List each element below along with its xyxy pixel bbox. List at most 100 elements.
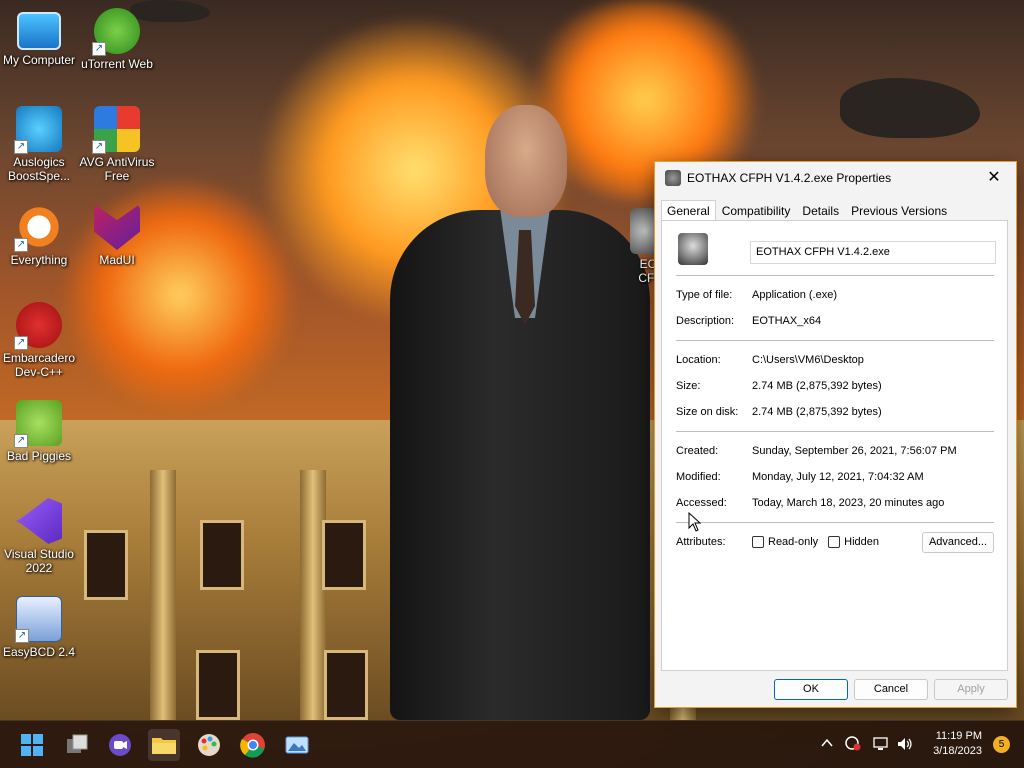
hidden-checkbox[interactable]: Hidden: [828, 536, 879, 548]
desktop-icon-label: Everything: [10, 253, 68, 267]
accessed-row: Accessed: Today, March 18, 2023, 20 minu…: [676, 497, 944, 509]
bad-piggies-icon: ↗: [14, 400, 62, 448]
desktop-icon-everything[interactable]: ↗ Everything: [0, 204, 78, 267]
sync-tray-button[interactable]: [843, 734, 861, 755]
start-icon: [21, 734, 43, 756]
taskbar: 11:19 PM 3/18/2023 5: [0, 720, 1024, 768]
desktop-icon-easybcd[interactable]: ↗ EasyBCD 2.4: [0, 596, 78, 659]
hidden-label: Hidden: [844, 536, 879, 548]
attributes-row: Attributes: Read-only Hidden: [676, 536, 889, 548]
desktop-icon-devcpp[interactable]: ↗ Embarcadero Dev-C++: [0, 302, 78, 379]
devcpp-icon: ↗: [14, 302, 62, 350]
location-value: C:\Users\VM6\Desktop: [752, 354, 864, 366]
wallpaper-window: [200, 520, 244, 590]
visual-studio-icon: [16, 498, 62, 544]
checkbox-box: [752, 536, 764, 548]
desktop-icon-label: My Computer: [2, 53, 76, 67]
show-hidden-icons-button[interactable]: [820, 736, 834, 753]
photos-icon: [285, 736, 309, 754]
created-row: Created: Sunday, September 26, 2021, 7:5…: [676, 445, 957, 457]
close-button[interactable]: ✕: [972, 162, 1016, 193]
separator: [676, 431, 994, 432]
sync-icon: [845, 736, 861, 751]
size-on-disk-label: Size on disk:: [676, 406, 739, 418]
wallpaper-window: [322, 520, 366, 590]
properties-dialog: EOTHAX CFPH V1.4.2.exe Properties ✕ Gene…: [654, 161, 1017, 708]
system-clock[interactable]: 11:19 PM 3/18/2023: [933, 729, 982, 759]
desktop-icon-label: AVG AntiVirus Free: [79, 155, 155, 183]
paint-icon: [198, 734, 220, 756]
photos-button[interactable]: [281, 729, 313, 761]
close-icon: ✕: [987, 169, 1001, 186]
easybcd-icon: ↗: [15, 596, 62, 643]
task-view-icon: [67, 734, 88, 753]
utorrent-icon: ↗: [92, 8, 140, 56]
chat-button[interactable]: [104, 729, 136, 761]
location-label: Location:: [676, 354, 721, 366]
desktop-icon-label: Auslogics BoostSpe...: [7, 155, 71, 183]
desktop-icon-madui[interactable]: MadUI: [78, 204, 156, 267]
mouse-cursor-icon: [688, 512, 702, 532]
attributes-label: Attributes:: [676, 536, 726, 548]
paint-button[interactable]: [193, 729, 225, 761]
readonly-label: Read-only: [768, 536, 819, 548]
checkbox-box: [828, 536, 841, 548]
volume-tray-button[interactable]: [896, 735, 914, 756]
task-view-button[interactable]: [61, 729, 93, 761]
modified-label: Modified:: [676, 471, 721, 483]
type-label: Type of file:: [676, 289, 733, 301]
desktop-icon-visual-studio[interactable]: Visual Studio 2022: [0, 498, 78, 575]
madui-icon: [94, 204, 140, 250]
desktop-icon-utorrent-web[interactable]: ↗ uTorrent Web: [78, 8, 156, 71]
accessed-value: Today, March 18, 2023, 20 minutes ago: [752, 497, 945, 509]
separator: [676, 275, 994, 276]
clock-date: 3/18/2023: [933, 745, 982, 757]
size-label: Size:: [676, 380, 701, 392]
dialog-titlebar[interactable]: EOTHAX CFPH V1.4.2.exe Properties ✕: [655, 162, 1016, 193]
ok-button[interactable]: OK: [774, 679, 848, 700]
clock-time: 11:19 PM: [935, 730, 982, 742]
created-label: Created:: [676, 445, 719, 457]
cancel-button[interactable]: Cancel: [854, 679, 928, 700]
desktop-icon-label: uTorrent Web: [81, 57, 153, 71]
readonly-checkbox[interactable]: Read-only: [752, 536, 818, 548]
type-value: Application (.exe): [752, 289, 837, 301]
desktop-icon-label: Embarcadero Dev-C++: [2, 351, 76, 379]
chrome-button[interactable]: [237, 729, 269, 761]
notification-badge[interactable]: 5: [993, 736, 1010, 753]
network-tray-button[interactable]: [872, 735, 890, 756]
everything-search-icon: ↗: [14, 204, 62, 252]
file-name-field[interactable]: EOTHAX CFPH V1.4.2.exe: [750, 241, 996, 264]
separator: [676, 340, 994, 341]
wallpaper-column: [300, 470, 326, 720]
size-row: Size: 2.74 MB (2,875,392 bytes): [676, 380, 882, 392]
auslogics-icon: ↗: [14, 106, 62, 154]
desktop-icon-label: MadUI: [99, 253, 135, 267]
file-explorer-icon: [152, 738, 176, 754]
desktop-icon-avg-antivirus[interactable]: ↗ AVG AntiVirus Free: [78, 106, 156, 183]
modified-value: Monday, July 12, 2021, 7:04:32 AM: [752, 471, 924, 483]
location-row: Location: C:\Users\VM6\Desktop: [676, 354, 864, 366]
chat-icon: [109, 734, 131, 756]
start-button[interactable]: [16, 729, 48, 761]
dialog-title: EOTHAX CFPH V1.4.2.exe Properties: [687, 170, 892, 185]
file-explorer-button[interactable]: [148, 729, 180, 761]
wallpaper-window: [196, 650, 240, 720]
desktop-icon-bad-piggies[interactable]: ↗ Bad Piggies: [0, 400, 78, 463]
file-large-icon: [678, 233, 708, 265]
wallpaper-window: [324, 650, 368, 720]
apply-button[interactable]: Apply: [934, 679, 1008, 700]
desktop-icon-my-computer[interactable]: My Computer: [0, 8, 78, 67]
size-on-disk-row: Size on disk: 2.74 MB (2,875,392 bytes): [676, 406, 882, 418]
advanced-button[interactable]: Advanced...: [922, 532, 994, 553]
wallpaper-figure: [390, 100, 650, 720]
wallpaper-window: [84, 530, 128, 600]
separator: [676, 522, 994, 523]
description-value: EOTHAX_x64: [752, 315, 822, 327]
desktop-icon-label: Visual Studio 2022: [4, 547, 74, 575]
accessed-label: Accessed:: [676, 497, 727, 509]
chrome-icon: [240, 733, 265, 758]
general-panel: EOTHAX CFPH V1.4.2.exe Type of file: App…: [661, 220, 1008, 671]
size-on-disk-value: 2.74 MB (2,875,392 bytes): [752, 406, 882, 418]
desktop-icon-auslogics[interactable]: ↗ Auslogics BoostSpe...: [0, 106, 78, 183]
